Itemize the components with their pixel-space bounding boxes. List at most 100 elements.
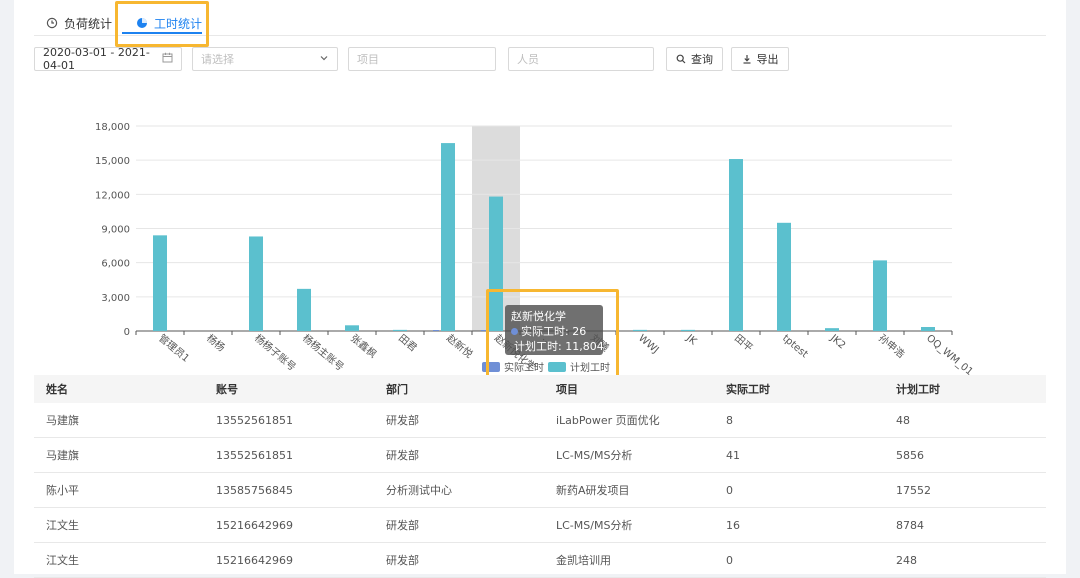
- active-tab-indicator: [122, 32, 202, 34]
- bar-plan: [633, 329, 647, 331]
- header-actual-hours: 实际工时: [726, 383, 770, 396]
- cell-actual-hours: 0: [726, 553, 733, 567]
- cell-account: 13585756845: [216, 483, 293, 497]
- x-tick-label: JK: [683, 332, 698, 347]
- bar-plan: [153, 235, 167, 331]
- select-placeholder: 请选择: [201, 53, 234, 66]
- query-label: 查询: [691, 53, 713, 66]
- cell-actual-hours: 0: [726, 483, 733, 497]
- cell-department: 研发部: [386, 519, 419, 532]
- y-tick-label: 12,000: [95, 190, 130, 201]
- export-button[interactable]: 导出: [731, 47, 789, 71]
- date-range-value: 2020-03-01 - 2021-04-01: [43, 46, 150, 72]
- header-plan-hours: 计划工时: [896, 383, 940, 396]
- x-tick-label: 杨杨子账号: [252, 331, 299, 373]
- y-tick-label: 6,000: [101, 259, 130, 270]
- y-tick-label: 3,000: [101, 293, 130, 304]
- tab-load-statistics[interactable]: 负荷统计: [46, 10, 112, 36]
- legend-swatch-plan: [548, 362, 566, 372]
- cell-name: 江文生: [46, 519, 79, 532]
- x-tick-label: 赵新悦: [444, 331, 475, 360]
- project-input[interactable]: 项目: [348, 47, 496, 71]
- tab-label: 负荷统计: [64, 16, 113, 31]
- export-label: 导出: [756, 53, 779, 66]
- category-select[interactable]: 请选择: [192, 47, 338, 71]
- pie-chart-icon: [136, 17, 148, 29]
- bar-plan: [777, 222, 791, 331]
- calendar-icon: [162, 52, 173, 66]
- bar-plan: [873, 260, 887, 331]
- cell-project: LC-MS/MS分析: [556, 449, 633, 462]
- cell-plan-hours: 5856: [896, 448, 924, 462]
- bar-plan: [921, 327, 935, 331]
- x-tick-label: 杨杨主账号: [300, 331, 347, 373]
- cell-department: 研发部: [386, 449, 419, 462]
- cell-plan-hours: 48: [896, 413, 910, 427]
- header-project: 项目: [556, 383, 578, 396]
- tab-bar: 负荷统计 工时统计: [34, 0, 1046, 36]
- main-panel: 负荷统计 工时统计 2020-03-01 - 2021-04-01 请选择 项目: [14, 0, 1066, 578]
- x-tick-label: 杨杨: [204, 331, 228, 354]
- cell-account: 13552561851: [216, 448, 293, 462]
- header-account: 账号: [216, 383, 238, 396]
- clock-icon: [46, 17, 58, 29]
- cell-department: 研发部: [386, 414, 419, 427]
- date-range-picker[interactable]: 2020-03-01 - 2021-04-01: [34, 46, 182, 72]
- cell-plan-hours: 8784: [896, 518, 924, 532]
- x-tick-label: tptest: [780, 333, 810, 360]
- legend-label-actual: 实际工时: [504, 361, 544, 374]
- bar-actual: [433, 330, 439, 331]
- bar-plan: [729, 159, 743, 331]
- cell-account: 13552561851: [216, 413, 293, 427]
- chart-tooltip: 赵新悦化学 实际工时: 26 计划工时: 11,804: [505, 305, 604, 355]
- table-row[interactable]: 陈小平 13585756845 分析测试中心 新药A研发项目 0 17552: [34, 473, 1046, 508]
- x-tick-label: 孙申浩: [876, 331, 907, 360]
- chevron-down-icon: [319, 53, 329, 66]
- y-tick-label: 9,000: [101, 225, 130, 236]
- header-name: 姓名: [46, 383, 68, 396]
- download-icon: [742, 54, 752, 64]
- query-button[interactable]: 查询: [666, 47, 723, 71]
- person-input[interactable]: 人员: [508, 47, 654, 71]
- legend-label-plan: 计划工时: [570, 361, 610, 374]
- bar-plan: [393, 329, 407, 331]
- cell-name: 马建旗: [46, 414, 79, 427]
- legend-swatch-actual: [482, 362, 500, 372]
- filter-bar: 2020-03-01 - 2021-04-01 请选择 项目 人员 查询 导出: [34, 46, 1046, 72]
- table-row[interactable]: 马建旗 13552561851 研发部 LC-MS/MS分析 41 5856: [34, 438, 1046, 473]
- bar-plan: [297, 288, 311, 331]
- tab-label: 工时统计: [154, 16, 203, 31]
- cell-actual-hours: 16: [726, 518, 740, 532]
- x-tick-label: 田君: [396, 332, 419, 354]
- cell-project: 新药A研发项目: [556, 484, 630, 497]
- cell-name: 马建旗: [46, 449, 79, 462]
- cell-project: iLabPower 页面优化: [556, 414, 660, 427]
- bar-plan: [489, 196, 503, 331]
- bar-plan: [441, 143, 455, 331]
- x-tick-label: 田平: [732, 333, 754, 354]
- header-department: 部门: [386, 383, 408, 396]
- cell-actual-hours: 8: [726, 413, 733, 427]
- actual-dot-icon: [511, 328, 518, 335]
- table-header: 姓名 账号 部门 项目 实际工时 计划工时: [34, 375, 1046, 403]
- y-tick-label: 15,000: [95, 156, 130, 167]
- x-tick-label: 管理员1: [156, 331, 192, 364]
- cell-account: 15216642969: [216, 518, 293, 532]
- cell-plan-hours: 17552: [896, 483, 931, 497]
- y-tick-label: 0: [124, 327, 130, 338]
- table-row[interactable]: 江文生 15216642969 研发部 金凯培训用 0 248: [34, 543, 1046, 578]
- bar-plan: [345, 325, 359, 331]
- person-placeholder: 人员: [517, 53, 539, 66]
- cell-project: 金凯培训用: [556, 554, 611, 567]
- hover-band: [472, 126, 520, 331]
- cell-project: LC-MS/MS分析: [556, 519, 633, 532]
- bar-actual: [481, 330, 487, 331]
- search-icon: [676, 54, 686, 64]
- table-row[interactable]: 马建旗 13552561851 研发部 iLabPower 页面优化 8 48: [34, 403, 1046, 438]
- x-tick-label: 张鑫枫: [348, 331, 379, 360]
- tooltip-plan: 计划工时: 11,804: [514, 340, 604, 353]
- bar-plan: [249, 236, 263, 331]
- cell-actual-hours: 41: [726, 448, 740, 462]
- x-tick-label: OQ_WM_01: [924, 333, 975, 378]
- table-row[interactable]: 江文生 15216642969 研发部 LC-MS/MS分析 16 8784: [34, 508, 1046, 543]
